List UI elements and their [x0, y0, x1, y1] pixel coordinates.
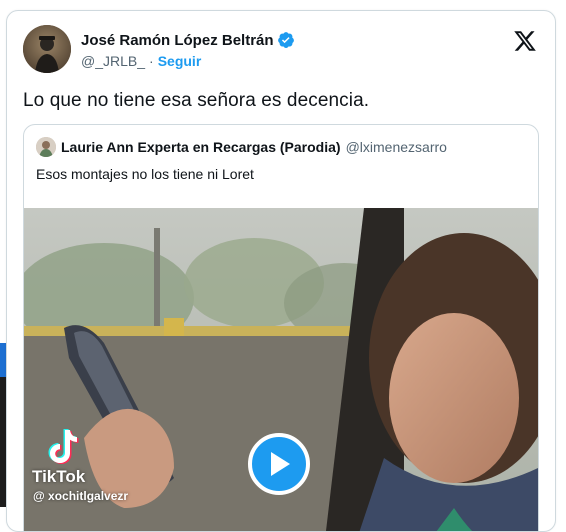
author-name[interactable]: José Ramón López Beltrán	[81, 32, 274, 49]
follow-button[interactable]: Seguir	[158, 53, 202, 69]
x-logo-icon[interactable]	[513, 29, 537, 53]
quoted-author-avatar[interactable]	[36, 137, 56, 157]
play-icon	[271, 452, 290, 476]
tweet-text: Lo que no tiene esa señora es decencia.	[23, 90, 370, 111]
author-block: José Ramón López Beltrán @_JRLB_ · Segui…	[81, 30, 295, 69]
tiktok-watermark-user: @ xochitlgalvezr	[33, 489, 129, 503]
tiktok-watermark-brand: TikTok	[32, 467, 86, 486]
author-handle[interactable]: @_JRLB_	[81, 53, 145, 69]
video-player[interactable]: TikTok @ xochitlgalvezr	[24, 208, 538, 531]
quoted-author-handle[interactable]: @lximenezsarro	[346, 139, 447, 155]
quoted-tweet-text: Esos montajes no los tiene ni Loret	[36, 166, 254, 182]
author-avatar[interactable]	[23, 25, 71, 73]
tweet-card[interactable]: José Ramón López Beltrán @_JRLB_ · Segui…	[6, 10, 556, 532]
tiktok-icon	[46, 428, 80, 466]
separator-dot: ·	[149, 53, 154, 69]
quoted-author-name[interactable]: Laurie Ann Experta en Recargas (Parodia)	[61, 139, 341, 155]
verified-badge-icon	[277, 31, 295, 49]
quoted-tweet[interactable]: Laurie Ann Experta en Recargas (Parodia)…	[23, 124, 539, 531]
play-button[interactable]	[248, 433, 310, 495]
